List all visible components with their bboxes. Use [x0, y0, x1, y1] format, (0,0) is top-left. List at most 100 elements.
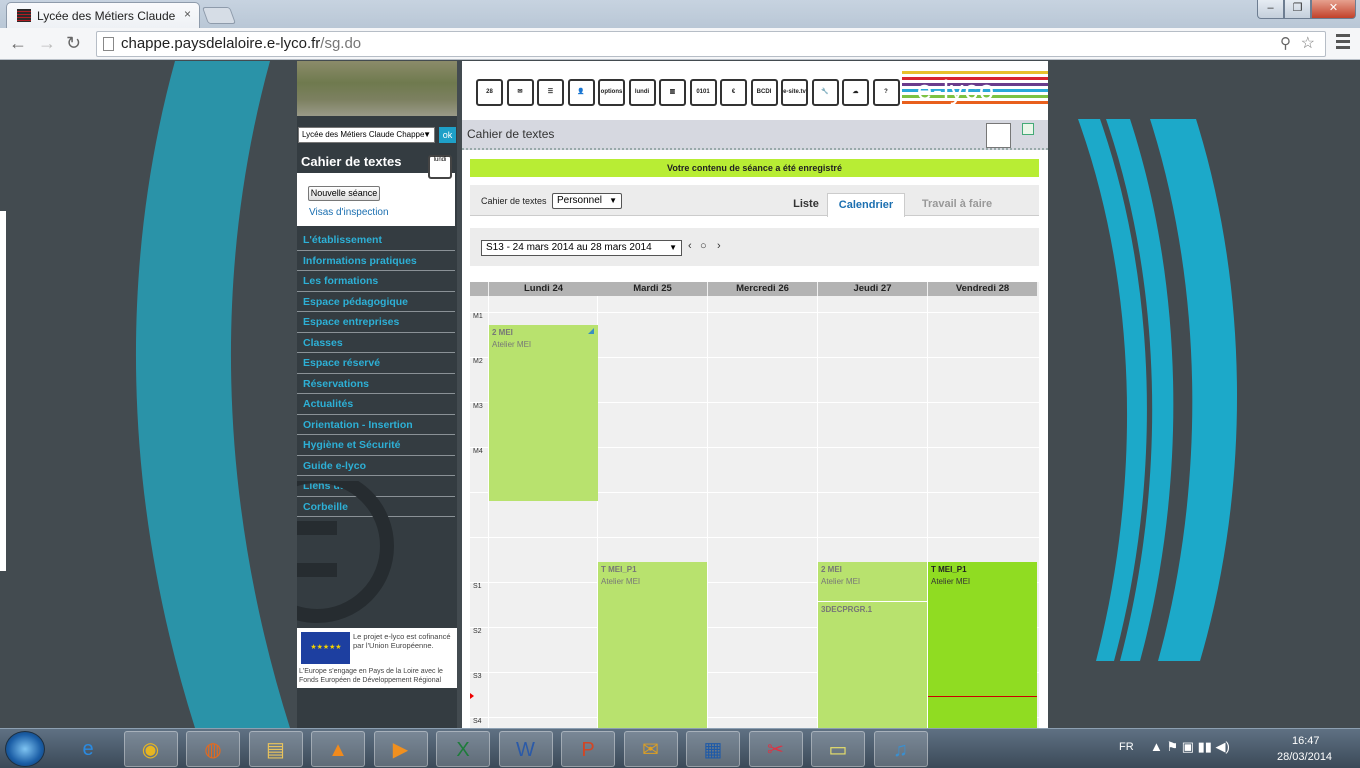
- page-icon: [103, 37, 114, 51]
- expand-icon[interactable]: [1022, 123, 1034, 135]
- maximize-button[interactable]: ❐: [1284, 0, 1311, 19]
- bookmark-star-icon[interactable]: ☆: [1301, 32, 1315, 56]
- sidebar-item[interactable]: Espace entreprises: [297, 312, 455, 333]
- sidebar-item[interactable]: Classes: [297, 333, 455, 353]
- itunes-taskbar-icon[interactable]: ♫: [873, 731, 928, 767]
- tray-icons[interactable]: ▲ ⚑ ▣ ▮▮ ◀): [1150, 739, 1230, 755]
- sidebar-item[interactable]: Informations pratiques: [297, 251, 455, 271]
- forward-arrow-icon[interactable]: →: [38, 33, 56, 54]
- next-week-icon[interactable]: ›: [717, 240, 721, 252]
- back-arrow-icon[interactable]: ←: [9, 33, 27, 54]
- binary-icon[interactable]: 0101: [689, 79, 717, 106]
- sticky-taskbar-icon[interactable]: ▭: [811, 731, 865, 767]
- clock-time[interactable]: 16:47: [1292, 735, 1320, 747]
- cloud-icon[interactable]: ☁: [842, 79, 869, 106]
- eu-flag-icon: ★ ★ ★ ★ ★: [301, 632, 350, 664]
- url-host: chappe.paysdelaloire.e-lyco.fr: [121, 35, 321, 52]
- bcdi-icon[interactable]: BCDI: [750, 79, 778, 106]
- sidebar-item[interactable]: Espace réservé: [297, 353, 455, 374]
- start-button[interactable]: [5, 731, 45, 767]
- ok-button[interactable]: ok: [439, 127, 456, 143]
- slot-label: M2: [473, 358, 483, 365]
- day-header: Mardi 25: [598, 282, 707, 296]
- calendar-event[interactable]: T MEI_P1 Atelier MEI: [598, 562, 707, 728]
- browser-tab[interactable]: Lycée des Métiers Claude ×: [6, 2, 200, 28]
- event-group: 2 MEI: [821, 565, 842, 574]
- firefox-taskbar-icon[interactable]: ◍: [186, 731, 240, 767]
- mail-icon[interactable]: ✉: [506, 79, 534, 106]
- page-viewport: Lycée des Métiers Claude Chappe ok Cahie…: [0, 61, 1360, 728]
- app-banner: 28 ✉ ☰ 👤 options lundi ▥ 0101 € BCDI e-site.tv 🔧 ☁? …: [462, 61, 1048, 117]
- chrome-taskbar-icon[interactable]: ◉: [123, 731, 178, 767]
- snipping-taskbar-icon[interactable]: ✂: [748, 731, 803, 767]
- calendar-event[interactable]: 3DECPRGR.1: [818, 602, 927, 728]
- sidebar-item[interactable]: Guide e-lyco: [297, 456, 455, 476]
- url-path: /sg.do: [320, 35, 362, 52]
- school-select[interactable]: Lycée des Métiers Claude Chappe: [298, 127, 435, 143]
- e-logo-watermark: [297, 481, 394, 623]
- visas-link[interactable]: Visas d'inspection: [309, 207, 389, 218]
- sidebar-item[interactable]: Actualités: [297, 394, 455, 415]
- slot-label: S2: [473, 628, 482, 635]
- edit-settings-icon[interactable]: [986, 123, 1011, 148]
- event-group: 3DECPRGR.1: [821, 605, 873, 614]
- calendar-icon[interactable]: 28: [476, 79, 503, 106]
- sidebar-item[interactable]: Les formations: [297, 271, 455, 292]
- tab-close-icon[interactable]: ×: [184, 7, 191, 21]
- event-subject: Atelier MEI: [821, 577, 861, 586]
- user-icon[interactable]: 👤: [567, 79, 595, 106]
- slot-label: M1: [473, 313, 483, 320]
- payment-icon[interactable]: €: [720, 79, 747, 106]
- tab-travail[interactable]: Travail à faire: [907, 193, 1007, 217]
- new-session-button[interactable]: Nouvelle séance: [308, 186, 380, 201]
- chrome-menu-icon[interactable]: [1336, 34, 1350, 52]
- notebook-select[interactable]: Personnel: [552, 193, 622, 209]
- explorer-taskbar-icon[interactable]: ▤: [248, 731, 303, 767]
- clock-date[interactable]: 28/03/2014: [1277, 751, 1332, 763]
- options-icon[interactable]: options: [598, 79, 625, 106]
- lundi-icon[interactable]: lundi: [628, 79, 656, 106]
- help-icon[interactable]: ?: [872, 79, 900, 106]
- ie-taskbar-icon[interactable]: e: [61, 731, 115, 767]
- sidebar-item[interactable]: Espace pédagogique: [297, 292, 455, 312]
- event-group: 2 MEI: [492, 328, 513, 337]
- language-indicator[interactable]: FR: [1119, 741, 1134, 753]
- current-time-line: [928, 696, 1037, 697]
- zoom-icon[interactable]: ⚲: [1280, 32, 1291, 56]
- close-window-button[interactable]: ✕: [1311, 0, 1356, 19]
- powerpoint-taskbar-icon[interactable]: P: [561, 731, 615, 767]
- book-icon[interactable]: ▥: [659, 79, 686, 106]
- word-taskbar-icon[interactable]: W: [498, 731, 553, 767]
- sidebar-item[interactable]: Hygiène et Sécurité: [297, 435, 455, 456]
- week-select[interactable]: S13 - 24 mars 2014 au 28 mars 2014: [481, 240, 682, 256]
- esite-tv-icon[interactable]: e-site.tv: [781, 79, 808, 106]
- main-content: 28 ✉ ☰ 👤 options lundi ▥ 0101 € BCDI e-site.tv 🔧 ☁? …: [462, 61, 1048, 728]
- media-taskbar-icon[interactable]: ▶: [373, 731, 428, 767]
- reload-icon[interactable]: ↻: [66, 33, 81, 54]
- outlook-taskbar-icon[interactable]: ✉: [623, 731, 678, 767]
- event-subject: Atelier MEI: [492, 340, 532, 349]
- day-header: Jeudi 27: [818, 282, 927, 296]
- prev-week-icon[interactable]: ‹: [688, 240, 692, 252]
- calendar-event[interactable]: 2 MEI Atelier MEI: [489, 325, 598, 501]
- publisher-taskbar-icon[interactable]: ▦: [686, 731, 740, 767]
- notebook-icon: lundi: [428, 155, 452, 179]
- excel-taskbar-icon[interactable]: X: [436, 731, 490, 767]
- tab-liste[interactable]: Liste: [778, 193, 834, 217]
- vlc-taskbar-icon[interactable]: ▲: [311, 731, 365, 767]
- sidebar-item[interactable]: Réservations: [297, 374, 455, 394]
- minimize-button[interactable]: –: [1257, 0, 1284, 19]
- today-icon[interactable]: ○: [700, 240, 707, 252]
- notes-icon[interactable]: ☰: [537, 79, 564, 106]
- sidebar-item[interactable]: Orientation - Insertion: [297, 415, 455, 435]
- address-bar[interactable]: chappe.paysdelaloire.e-lyco.fr/sg.do ⚲ ☆: [96, 31, 1326, 57]
- tab-calendrier[interactable]: Calendrier: [827, 193, 905, 217]
- week-selector-bar: S13 - 24 mars 2014 au 28 mars 2014 ‹ ○ ›: [470, 228, 1039, 266]
- calendar-event[interactable]: T MEI_P1 Atelier MEI: [928, 562, 1037, 728]
- slot-label: S3: [473, 673, 482, 680]
- sidebar-item[interactable]: L'établissement: [297, 230, 455, 251]
- tools-icon[interactable]: 🔧: [811, 79, 839, 106]
- new-tab-button[interactable]: [201, 7, 237, 24]
- calendar-event[interactable]: 2 MEI Atelier MEI: [818, 562, 927, 602]
- day-column[interactable]: [707, 296, 817, 728]
